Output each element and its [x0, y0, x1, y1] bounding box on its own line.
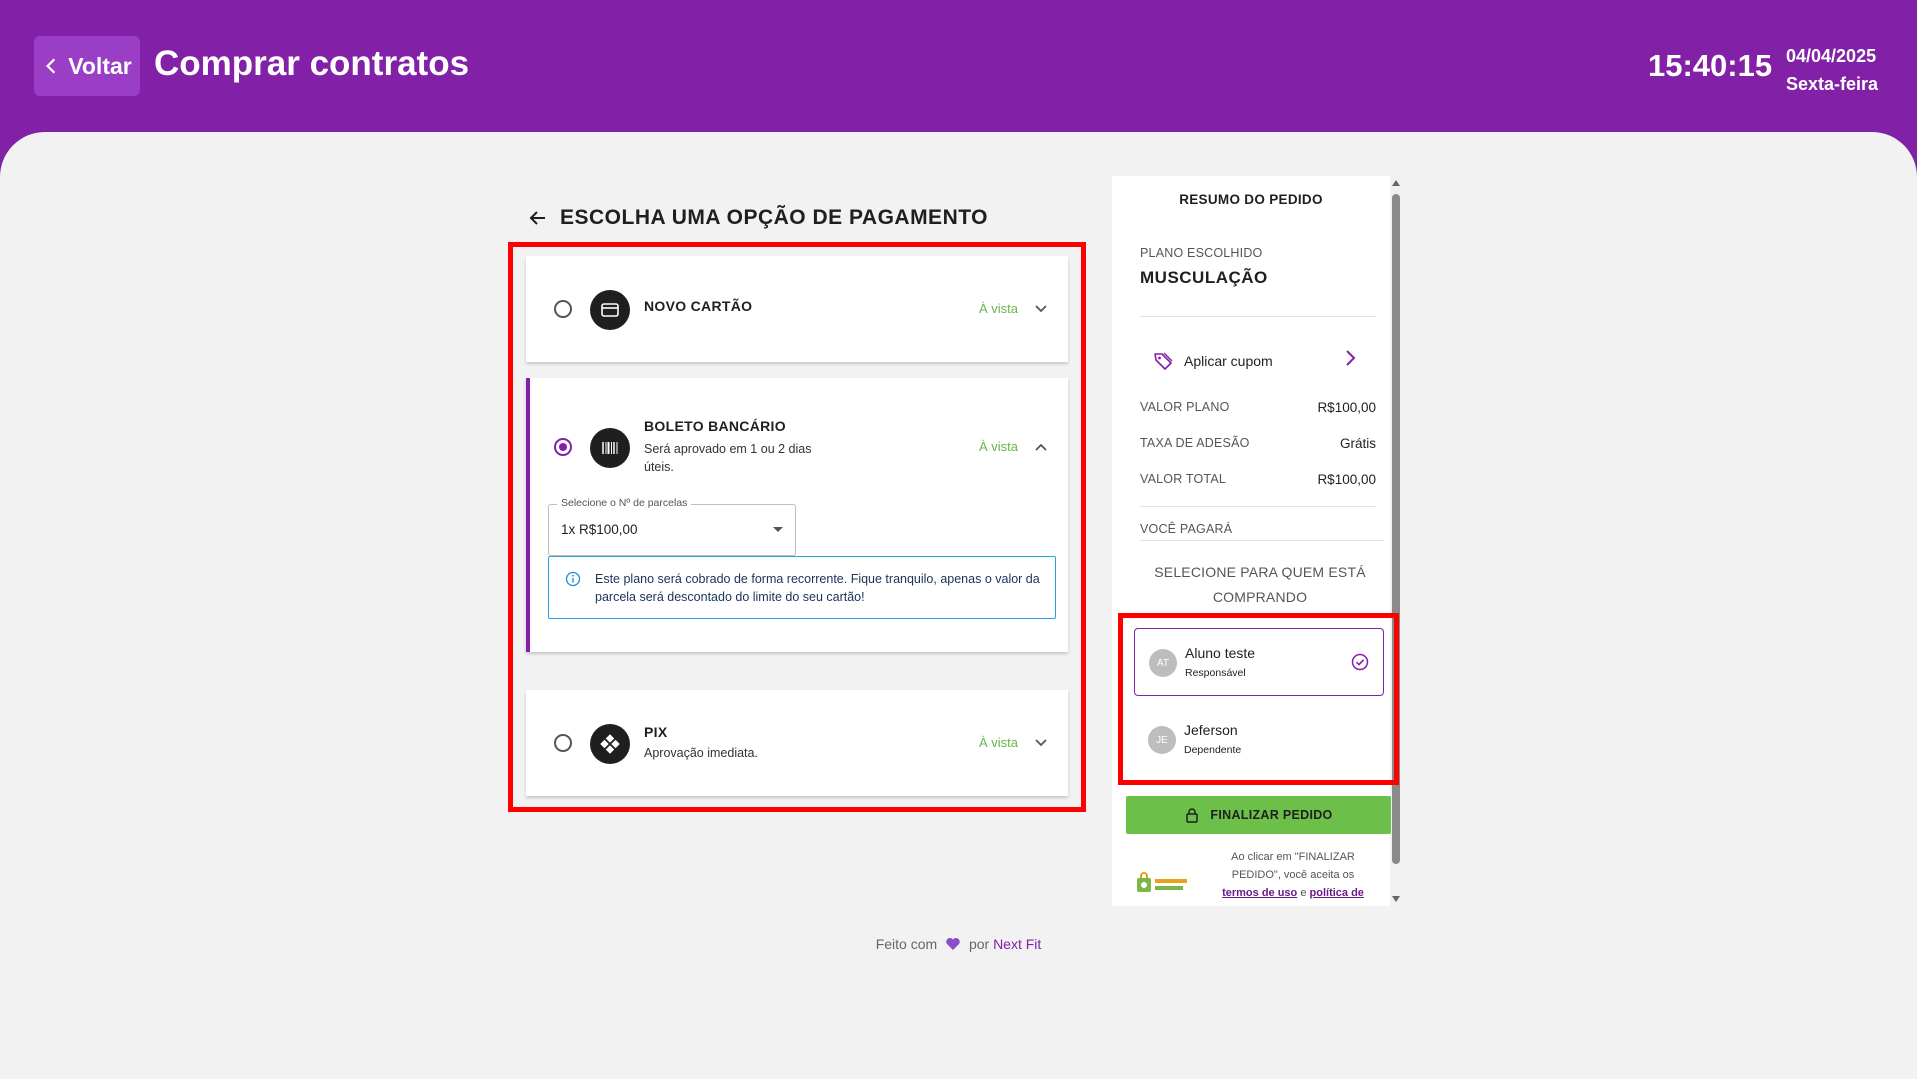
adhesion-fee-label: TAXA DE ADESÃO [1140, 436, 1250, 450]
terms-prefix: Ao clicar em "FINALIZAR PEDIDO", você ac… [1231, 851, 1355, 881]
page-title: Comprar contratos [154, 44, 470, 83]
payment-section-title: ESCOLHA UMA OPÇÃO DE PAGAMENTO [528, 206, 988, 230]
scroll-down-icon[interactable] [1392, 896, 1400, 902]
plan-label: PLANO ESCOLHIDO [1140, 246, 1263, 260]
divider [1140, 316, 1376, 317]
current-date: 04/04/2025 [1786, 46, 1877, 66]
summary-scrollbar[interactable] [1390, 176, 1402, 906]
secure-purchase-logo-icon [1137, 872, 1187, 892]
finish-order-button[interactable]: FINALIZAR PEDIDO [1126, 796, 1391, 834]
top-header: Voltar Comprar contratos 15:40:15 04/04/… [0, 0, 1917, 150]
summary-title: RESUMO DO PEDIDO [1179, 192, 1323, 207]
clock-time: 15:40:15 [1648, 48, 1773, 83]
adhesion-fee: Grátis [1339, 436, 1376, 451]
chevron-left-icon [46, 58, 56, 74]
arrow-left-icon[interactable] [528, 208, 548, 228]
value-plan-label: VALOR PLANO [1140, 400, 1230, 414]
payment-options-highlight [508, 242, 1086, 812]
total-value: R$100,00 [1317, 472, 1376, 487]
apply-coupon-label: Aplicar cupom [1184, 353, 1273, 369]
terms-text: Ao clicar em "FINALIZAR PEDIDO", você ac… [1208, 848, 1378, 902]
divider [1140, 540, 1384, 541]
scroll-up-icon[interactable] [1392, 180, 1400, 186]
heart-icon [946, 938, 960, 950]
footer-made-with: Feito com [875, 936, 938, 952]
privacy-policy-link[interactable]: política de [1310, 887, 1364, 899]
footer-brand-link[interactable]: Next Fit [993, 936, 1041, 952]
current-weekday: Sexta-feira [1786, 74, 1879, 94]
apply-coupon-button[interactable]: Aplicar cupom [1152, 346, 1352, 376]
footer: Feito com por Next Fit [0, 936, 1917, 952]
terms-of-use-link[interactable]: termos de uso [1222, 887, 1297, 899]
date-block: 04/04/2025 Sexta-feira [1786, 42, 1878, 98]
finish-order-label: FINALIZAR PEDIDO [1210, 808, 1333, 822]
buyer-selection-highlight [1118, 613, 1399, 785]
you-pay-label: VOCÊ PAGARÁ [1140, 522, 1233, 536]
footer-by: por [968, 936, 990, 952]
back-button-label: Voltar [68, 52, 132, 79]
payment-section-title-text: ESCOLHA UMA OPÇÃO DE PAGAMENTO [560, 206, 989, 229]
terms-and: e [1300, 887, 1307, 899]
plan-name: MUSCULAÇÃO [1140, 268, 1268, 287]
lock-icon [1186, 808, 1199, 823]
order-summary-panel: RESUMO DO PEDIDO PLANO ESCOLHIDO MUSCULA… [1112, 176, 1402, 906]
divider [1140, 506, 1376, 507]
buy-for-label: SELECIONE PARA QUEM ESTÁ COMPRANDO [1154, 564, 1366, 605]
value-plan: R$100,00 [1317, 400, 1376, 415]
chevron-right-icon[interactable] [1342, 348, 1358, 368]
total-value-label: VALOR TOTAL [1140, 472, 1227, 486]
tag-icon [1154, 352, 1173, 370]
back-button[interactable]: Voltar [34, 36, 140, 96]
